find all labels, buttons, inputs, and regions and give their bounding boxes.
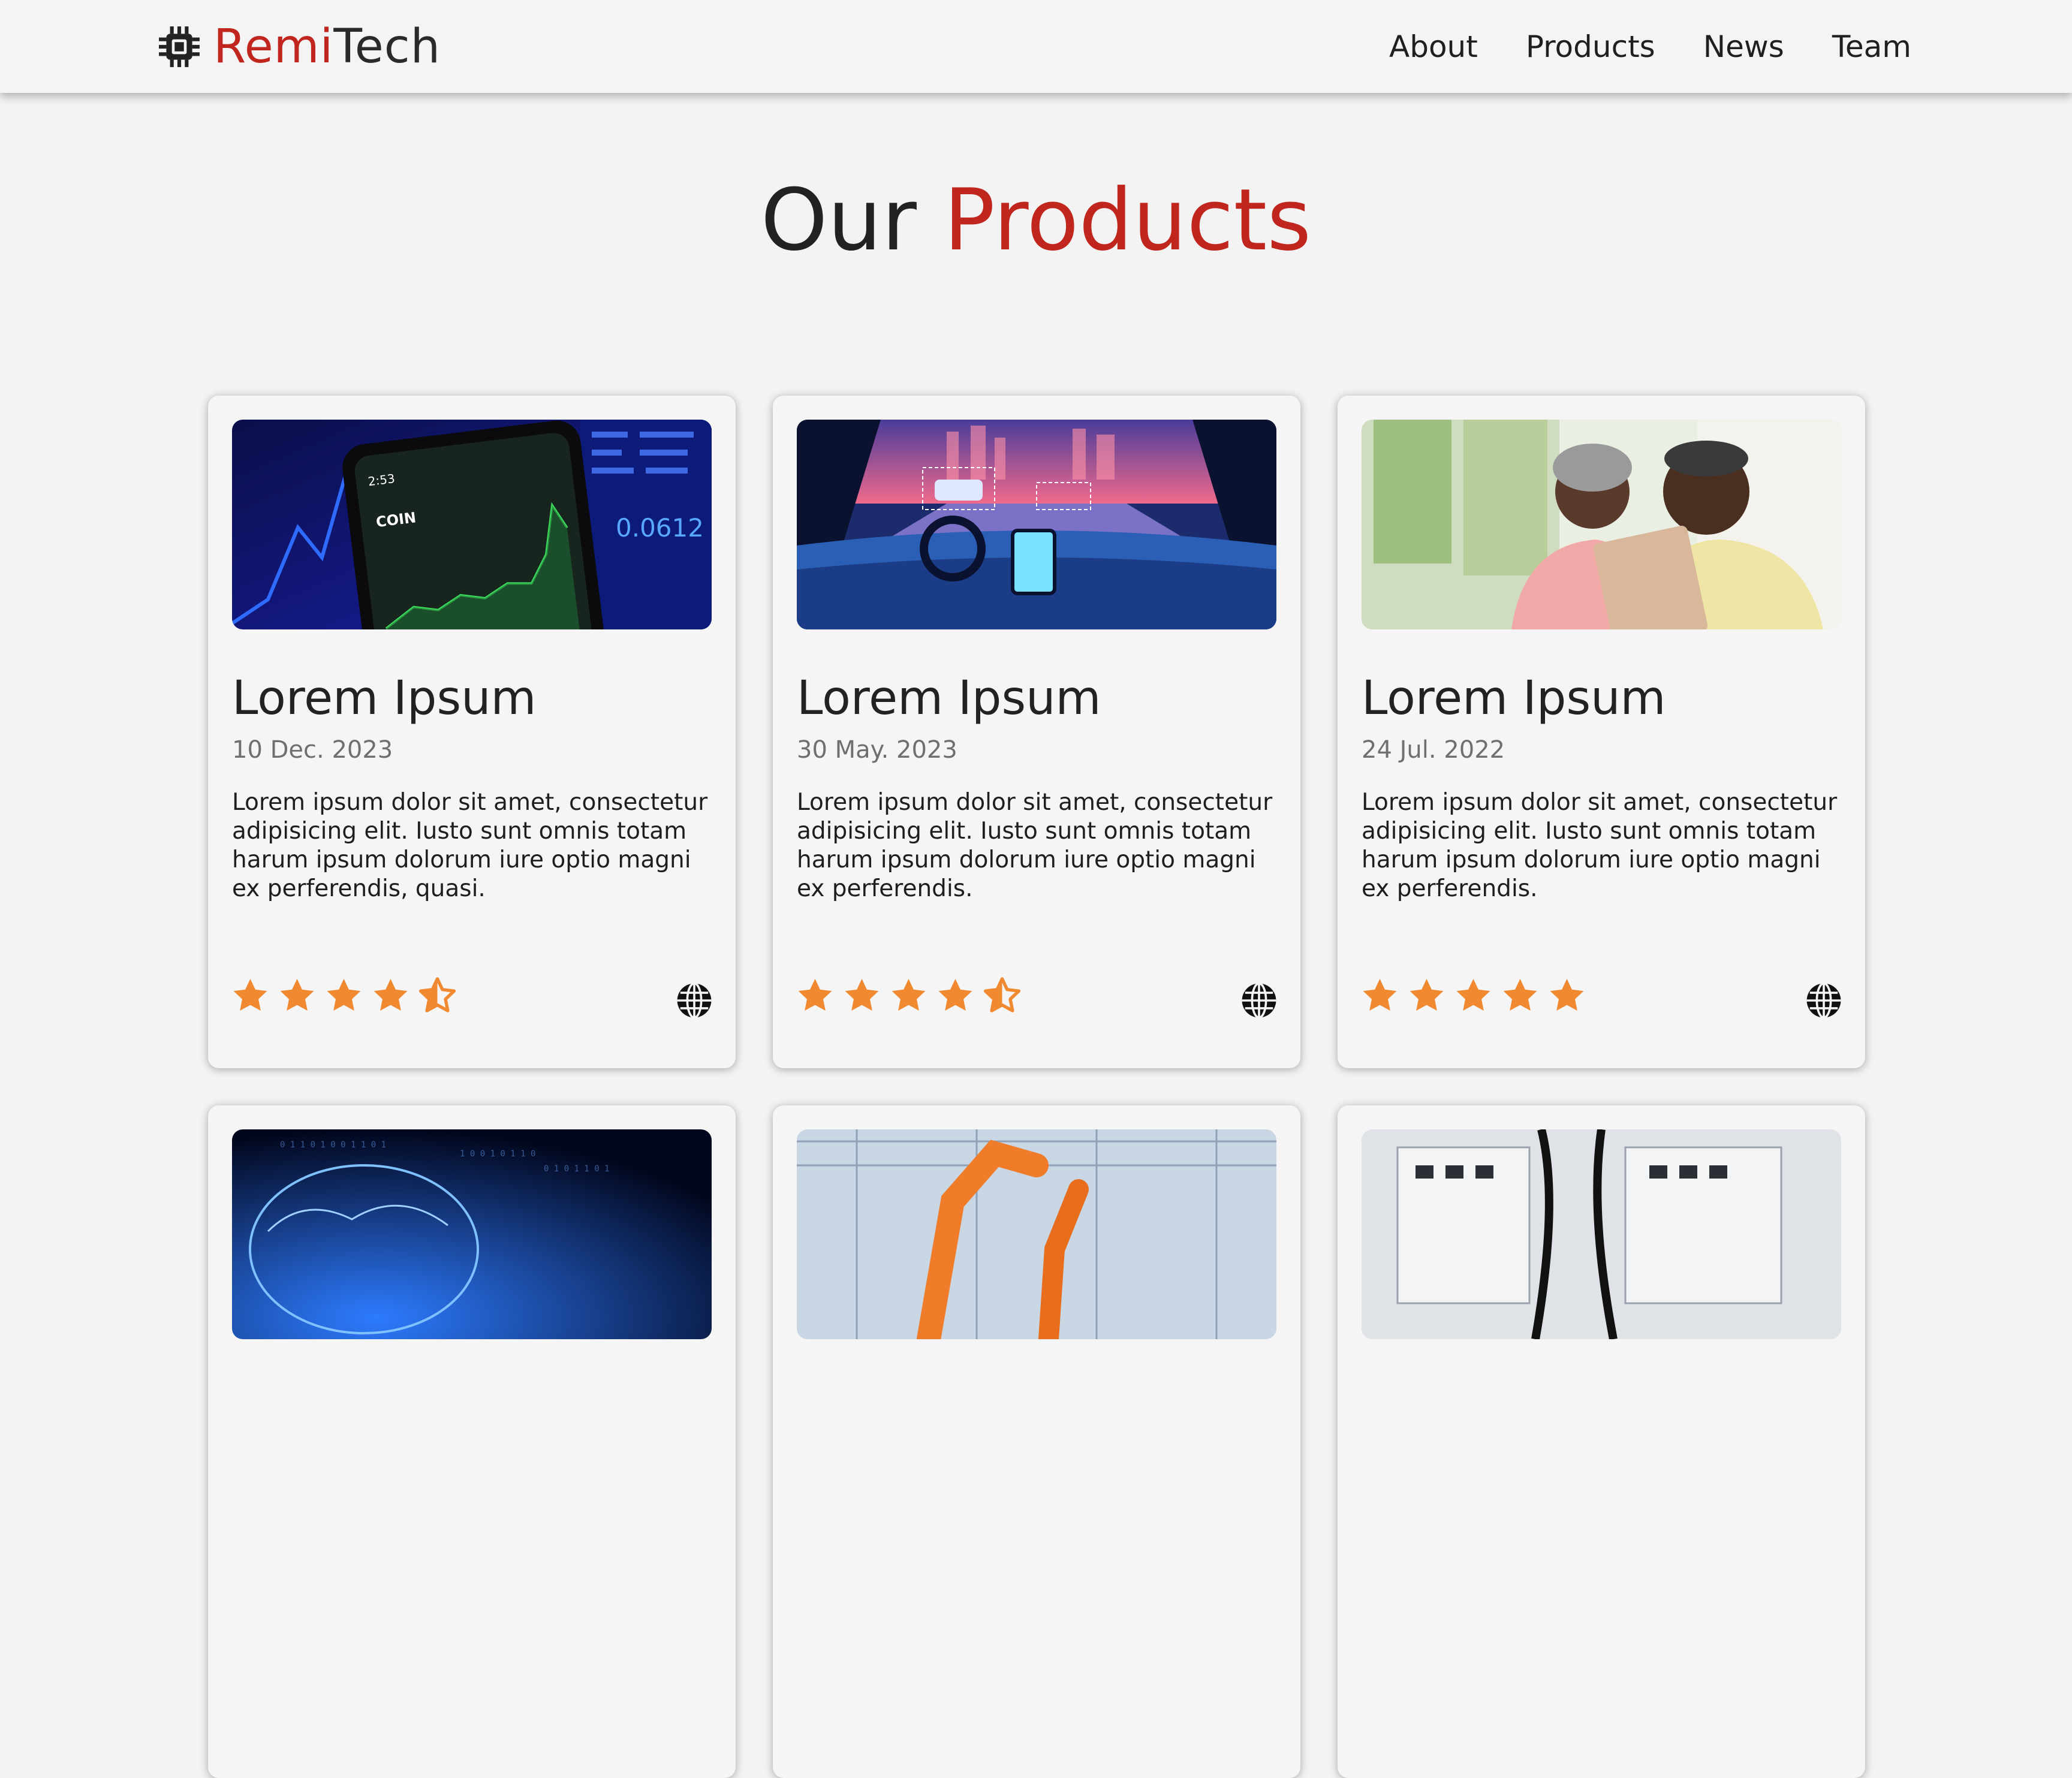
star-icon (1410, 978, 1444, 1011)
autonomous-car-cockpit-image (797, 420, 1276, 629)
globe-icon[interactable] (676, 982, 713, 1019)
product-card (1338, 1105, 1865, 1778)
product-grid: 0.0612 2:53 COIN Lorem Ipsum 10 Dec. 202… (208, 396, 1865, 1778)
star-icon (233, 978, 267, 1011)
svg-text:0 1 0 1 1 0 1: 0 1 0 1 1 0 1 (544, 1164, 610, 1174)
card-description: Lorem ipsum dolor sit amet, consectetur … (1362, 789, 1838, 902)
star-rating (796, 976, 1022, 1015)
svg-text:0 1 1 0 1 0 0 1 1 0 1: 0 1 1 0 1 0 0 1 1 0 1 (280, 1140, 386, 1150)
brand-name: RemiTech (213, 20, 441, 74)
nav-team[interactable]: Team (1832, 29, 1911, 64)
star-icon (1550, 978, 1584, 1011)
card-description: Lorem ipsum dolor sit amet, consectetur … (797, 789, 1273, 902)
section-title: Our Products (0, 171, 2072, 270)
brand-name-part1: Remi (213, 20, 334, 74)
globe-icon[interactable] (1240, 982, 1278, 1019)
card-title: Lorem Ipsum (797, 671, 1101, 725)
card-title: Lorem Ipsum (232, 671, 537, 725)
star-rating (231, 976, 457, 1015)
brand-name-part2: Tech (333, 20, 441, 74)
product-card: 0.0612 2:53 COIN Lorem Ipsum 10 Dec. 202… (208, 396, 736, 1068)
section-title-part2: Products (944, 171, 1312, 270)
star-icon (280, 978, 314, 1011)
svg-text:1 0 0 1 0 1 1 0: 1 0 0 1 0 1 1 0 (460, 1149, 535, 1159)
nav-about[interactable]: About (1389, 29, 1478, 64)
elderly-couple-tablet-image (1362, 420, 1841, 629)
stock-chart-phone-image: 0.0612 2:53 COIN (232, 420, 712, 629)
star-rating (1360, 976, 1586, 1015)
section-title-part1: Our (760, 171, 917, 270)
star-icon (374, 978, 408, 1011)
product-card: Lorem Ipsum 30 May. 2023 Lorem ipsum dol… (773, 396, 1300, 1068)
card-date: 30 May. 2023 (797, 736, 957, 764)
robotic-arm-factory-image (797, 1129, 1276, 1339)
product-card (773, 1105, 1300, 1778)
star-icon (327, 978, 361, 1011)
star-icon (1363, 978, 1397, 1011)
star-icon (1456, 978, 1490, 1011)
product-card: 0 1 1 0 1 0 0 1 1 0 1 1 0 0 1 0 1 1 0 0 … (208, 1105, 736, 1778)
server-cables-image (1362, 1129, 1841, 1339)
star-icon (845, 978, 879, 1011)
star-icon (1503, 978, 1537, 1011)
star-icon (938, 978, 972, 1011)
globe-icon[interactable] (1805, 982, 1842, 1019)
star-icon (892, 978, 926, 1011)
product-card: Lorem Ipsum 24 Jul. 2022 Lorem ipsum dol… (1338, 396, 1865, 1068)
card-description: Lorem ipsum dolor sit amet, consectetur … (232, 789, 708, 902)
nav-products[interactable]: Products (1526, 29, 1655, 64)
card-date: 10 Dec. 2023 (232, 736, 393, 764)
svg-text:0.0612: 0.0612 (616, 513, 704, 543)
main-nav: About Products News Team (1389, 23, 1911, 71)
brand-logo[interactable]: RemiTech (157, 17, 441, 77)
chip-icon (159, 26, 200, 67)
star-icon (798, 978, 832, 1011)
digital-brain-image: 0 1 1 0 1 0 0 1 1 0 1 1 0 0 1 0 1 1 0 0 … (232, 1129, 712, 1339)
nav-news[interactable]: News (1703, 29, 1784, 64)
navbar: RemiTech About Products News Team (0, 0, 2072, 93)
card-title: Lorem Ipsum (1362, 671, 1666, 725)
card-date: 24 Jul. 2022 (1362, 736, 1505, 764)
star-half-icon (983, 977, 1021, 1012)
star-half-icon (418, 977, 456, 1012)
